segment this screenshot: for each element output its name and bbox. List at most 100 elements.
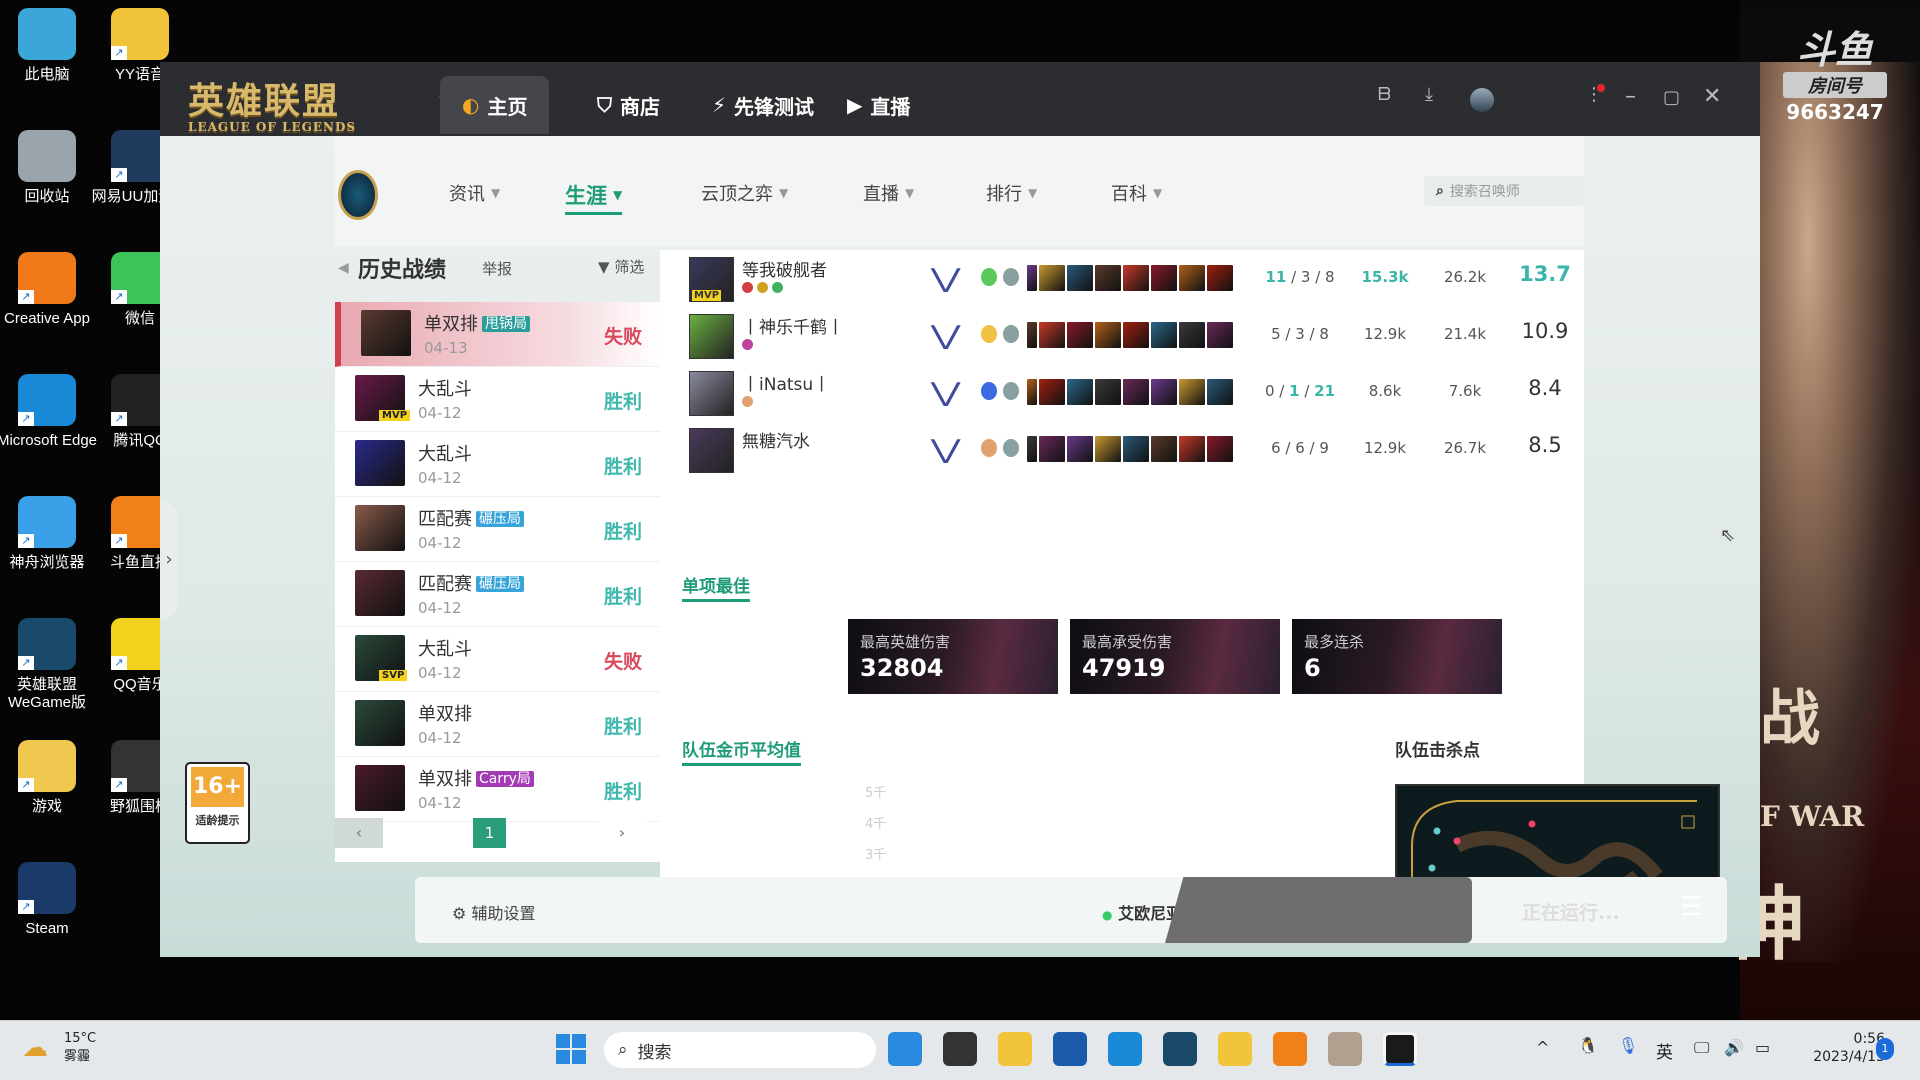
shortcut-arrow-icon: ↗ <box>111 290 127 304</box>
match-mode: 大乱斗 <box>418 639 472 660</box>
champion-avatar <box>355 765 405 811</box>
gold: 21.4k <box>1443 325 1487 343</box>
match-row[interactable]: 单双排 甩锅局 04-13 失败 <box>335 302 660 367</box>
tab-play[interactable]: ▶ 直播 <box>825 76 932 134</box>
app-icon <box>18 8 76 60</box>
close-icon[interactable]: ✕ <box>1703 84 1721 109</box>
desktop-icon[interactable]: ↗ Steam <box>0 862 102 938</box>
lol-logo[interactable]: 英雄联盟 LEAGUE OF LEGENDS <box>188 72 356 134</box>
minimize-icon[interactable]: – <box>1625 84 1636 109</box>
player-row[interactable]: 丨神乐千鹤丨 ⋁ 5 / 3 / 8 12.9k 21.4k 10.9 <box>660 309 1584 365</box>
tab-home[interactable]: ◐ 主页 <box>440 76 550 134</box>
caret-down-icon: ▼ <box>491 186 501 200</box>
rank-emblem-icon: ⋁ <box>930 378 961 408</box>
mvp-badge: MVP <box>692 290 722 301</box>
taskbar-app-icon[interactable] <box>1328 1032 1362 1066</box>
next-page-button[interactable]: › <box>598 818 646 848</box>
taskbar-app-icon[interactable] <box>1108 1032 1142 1066</box>
player-name[interactable]: 丨iNatsu丨 <box>742 370 830 395</box>
lol-emblem-icon[interactable] <box>338 170 378 220</box>
player-name[interactable]: 無糖汽水 <box>742 427 810 452</box>
damage: 12.9k <box>1363 325 1407 343</box>
notification-badge[interactable]: 1 <box>1876 1038 1894 1060</box>
taskbar-app-icon[interactable] <box>1383 1032 1417 1066</box>
prev-page-button[interactable]: ‹ <box>335 818 383 848</box>
taskbar-app-icon[interactable] <box>1218 1032 1252 1066</box>
shortcut-arrow-icon: ↗ <box>111 168 127 182</box>
nav-item[interactable]: 直播 ▼ <box>863 180 914 206</box>
network-icon[interactable]: 🖵 <box>1694 1038 1709 1058</box>
player-row[interactable]: 丨iNatsu丨 ⋁ 0 / 1 / 21 8.6k 7.6k 8.4 <box>660 366 1584 422</box>
damage: 12.9k <box>1363 439 1407 457</box>
match-tag: Carry局 <box>476 771 534 787</box>
taskbar-app-icon[interactable] <box>1163 1032 1197 1066</box>
taskbar-app-icon[interactable] <box>943 1032 977 1066</box>
player-row[interactable]: MVP 等我破舰者 ⋁ 11 / 3 / 8 15.3k 26.2k 13.7 <box>660 252 1584 308</box>
score: 13.7 <box>1519 262 1571 286</box>
report-button[interactable]: 举报 <box>482 258 512 279</box>
nav-item[interactable]: 资讯 ▼ <box>449 180 500 206</box>
match-row[interactable]: 单双排 04-12 胜利 <box>335 692 660 757</box>
assist-settings-button[interactable]: ⚙ 辅助设置 <box>452 900 535 924</box>
ime-indicator[interactable]: 英 <box>1656 1038 1673 1063</box>
taskbar-app-icon[interactable] <box>1273 1032 1307 1066</box>
runes <box>981 439 1019 457</box>
taskbar-search[interactable]: ⌕ 搜索 <box>604 1032 876 1068</box>
player-name[interactable]: 等我破舰者 <box>742 256 827 281</box>
lol-client-window: 英雄联盟LEAGUE OF LEGENDS ‹ ↻ ᗷ ⤓ ⋮ – ▢ ✕ ⌕搜… <box>160 62 1760 957</box>
start-button[interactable] <box>556 1034 586 1064</box>
chat-icon[interactable]: ᗷ <box>1378 84 1391 105</box>
nav-item[interactable]: 生涯 ▼ <box>565 180 623 215</box>
qq-tray-icon[interactable]: 🐧 <box>1578 1036 1598 1055</box>
player-name[interactable]: 丨神乐千鹤丨 <box>742 313 844 338</box>
filter-button[interactable]: ▼ 筛选 <box>598 256 644 277</box>
title-bar <box>160 62 1760 136</box>
rune-icon <box>981 382 997 400</box>
y-tick-label: 4千 <box>865 817 887 832</box>
nav-item[interactable]: 百科 ▼ <box>1111 180 1162 206</box>
tab-test[interactable]: ⚡ 先锋测试 <box>690 76 836 134</box>
match-date: 04-12 <box>418 599 462 617</box>
kda: 0 / 1 / 21 <box>1264 382 1336 400</box>
match-date: 04-12 <box>418 469 462 487</box>
mic-icon[interactable]: 🎙 <box>1618 1036 1638 1055</box>
tab-bag[interactable]: ⛉ 商店 <box>575 76 682 134</box>
gold-chart-title[interactable]: 队伍金币平均值 <box>682 736 801 766</box>
champion-avatar <box>355 570 405 616</box>
collapse-icon[interactable]: ◀ <box>338 260 349 276</box>
match-row[interactable]: SVP 大乱斗 04-12 失败 <box>335 627 660 692</box>
tray-chevron-icon[interactable]: ^ <box>1536 1038 1549 1057</box>
item-icon <box>1095 322 1121 348</box>
nav-item[interactable]: 云顶之弈 ▼ <box>701 180 788 206</box>
best-stat-card: 最高承受伤害 47919 <box>1070 619 1280 694</box>
wallpaper-text: 战 <box>1760 684 1820 754</box>
page-1-button[interactable]: 1 <box>473 818 506 848</box>
user-avatar[interactable] <box>1470 88 1494 112</box>
summoner-search-input[interactable]: ⌕ 搜索召唤师 <box>1424 176 1584 206</box>
match-date: 04-12 <box>418 404 462 422</box>
taskbar-app-icon[interactable] <box>998 1032 1032 1066</box>
rune-icon <box>1003 439 1019 457</box>
download-icon[interactable]: ⤓ <box>1425 84 1433 105</box>
match-row[interactable]: 单双排 Carry局 04-12 胜利 <box>335 757 660 822</box>
match-row[interactable]: MVP 大乱斗 04-12 胜利 <box>335 367 660 432</box>
item-icon <box>1151 322 1177 348</box>
maximize-icon[interactable]: ▢ <box>1663 87 1680 108</box>
best-section-title[interactable]: 单项最佳 <box>682 572 750 602</box>
expand-sidebar-button[interactable]: › <box>160 500 178 620</box>
menu-icon[interactable]: ☰ <box>1680 892 1703 922</box>
volume-icon[interactable]: 🔊 <box>1724 1038 1744 1057</box>
weather-widget[interactable]: 15°C 雾霾 <box>64 1030 96 1066</box>
nav-item[interactable]: 排行 ▼ <box>986 180 1037 206</box>
taskbar-app-icon[interactable] <box>888 1032 922 1066</box>
items <box>1027 436 1233 462</box>
battery-icon[interactable]: ▭ <box>1755 1038 1770 1057</box>
match-row[interactable]: 匹配赛 碾压局 04-12 胜利 <box>335 562 660 627</box>
clock[interactable]: 0:56 2023/4/13 <box>1795 1030 1885 1066</box>
match-row[interactable]: 匹配赛 碾压局 04-12 胜利 <box>335 497 660 562</box>
match-row[interactable]: 大乱斗 04-12 胜利 <box>335 432 660 497</box>
taskbar-app-icon[interactable] <box>1053 1032 1087 1066</box>
player-row[interactable]: 無糖汽水 ⋁ 6 / 6 / 9 12.9k 26.7k 8.5 <box>660 423 1584 479</box>
running-status[interactable]: 正在运行... <box>1522 898 1620 925</box>
gold: 26.2k <box>1443 268 1487 286</box>
